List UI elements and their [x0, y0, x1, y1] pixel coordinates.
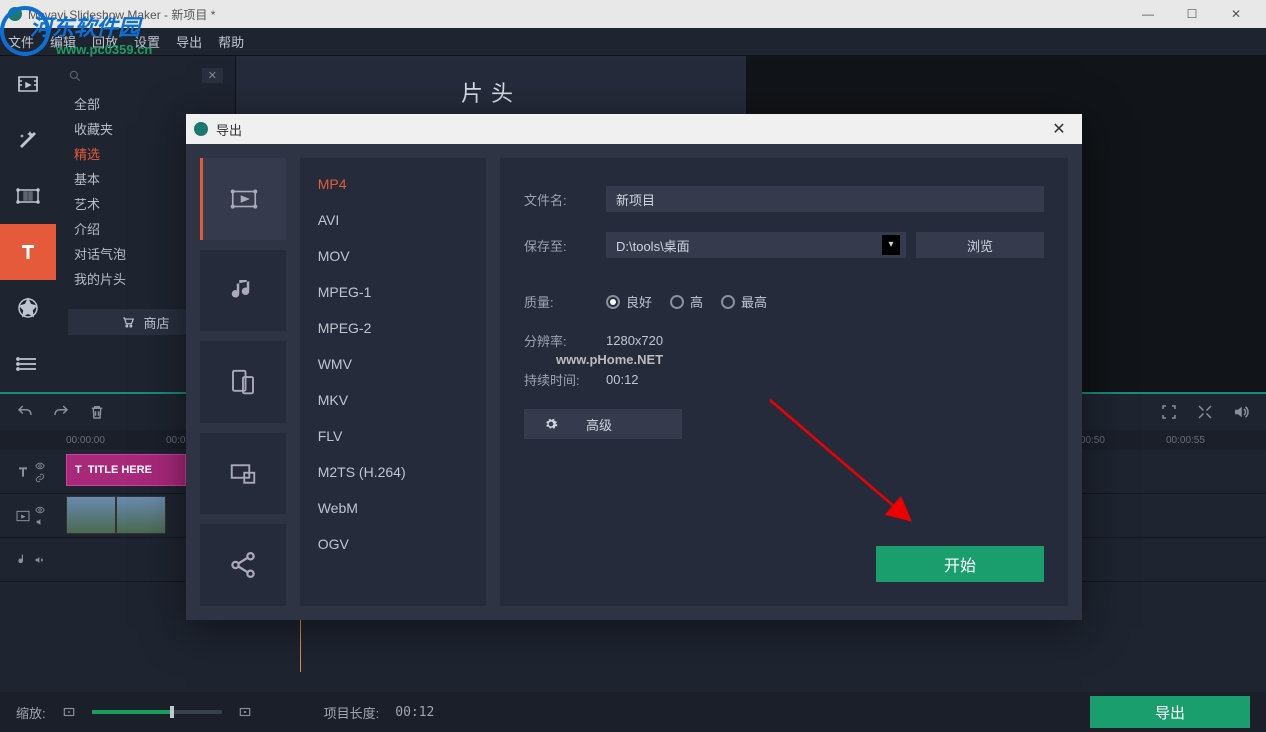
format-item[interactable]: M2TS (H.264)	[300, 454, 486, 490]
duration-value: 00:12	[606, 372, 639, 387]
format-item[interactable]: MP4	[300, 166, 486, 202]
format-item[interactable]: MPEG-1	[300, 274, 486, 310]
filename-input[interactable]	[606, 186, 1044, 212]
quality-label: 质量:	[524, 292, 606, 311]
saveto-label: 保存至:	[524, 236, 606, 255]
dialog-title: 导出	[216, 120, 1044, 139]
format-item[interactable]: WMV	[300, 346, 486, 382]
format-list: MP4AVIMOVMPEG-1MPEG-2WMVMKVFLVM2TS (H.26…	[300, 158, 486, 606]
export-tab-video[interactable]	[200, 158, 286, 240]
filename-label: 文件名:	[524, 190, 606, 209]
export-settings: 文件名: 保存至: D:\tools\桌面 浏览 质量: 良好高最高 分辨率: …	[500, 158, 1068, 606]
export-dialog: 导出 ✕ MP4AVIMOVMPEG-1MPEG-2WMVMKVFLVM2TS …	[186, 114, 1082, 620]
quality-radio[interactable]: 最高	[721, 292, 767, 311]
format-item[interactable]: WebM	[300, 490, 486, 526]
export-tab-devices[interactable]	[200, 341, 286, 423]
format-item[interactable]: MOV	[300, 238, 486, 274]
resolution-value: 1280x720	[606, 333, 663, 348]
advanced-button[interactable]: 高级	[524, 409, 682, 439]
gear-icon	[544, 417, 558, 431]
center-watermark: www.pHome.NET	[556, 352, 663, 367]
format-item[interactable]: AVI	[300, 202, 486, 238]
export-tab-tv[interactable]	[200, 433, 286, 515]
resolution-label: 分辨率:	[524, 331, 606, 350]
format-item[interactable]: MPEG-2	[300, 310, 486, 346]
quality-radio[interactable]: 良好	[606, 292, 652, 311]
browse-button[interactable]: 浏览	[916, 232, 1044, 258]
format-item[interactable]: OGV	[300, 526, 486, 562]
saveto-select[interactable]: D:\tools\桌面	[606, 232, 906, 258]
export-tab-audio[interactable]	[200, 250, 286, 332]
start-button[interactable]: 开始	[876, 546, 1044, 582]
dialog-icon	[194, 122, 208, 136]
dialog-close-button[interactable]: ✕	[1044, 119, 1074, 139]
format-item[interactable]: FLV	[300, 418, 486, 454]
quality-radio[interactable]: 高	[670, 292, 703, 311]
export-tab-share[interactable]	[200, 524, 286, 606]
format-item[interactable]: MKV	[300, 382, 486, 418]
duration-label: 持续时间:	[524, 370, 606, 389]
